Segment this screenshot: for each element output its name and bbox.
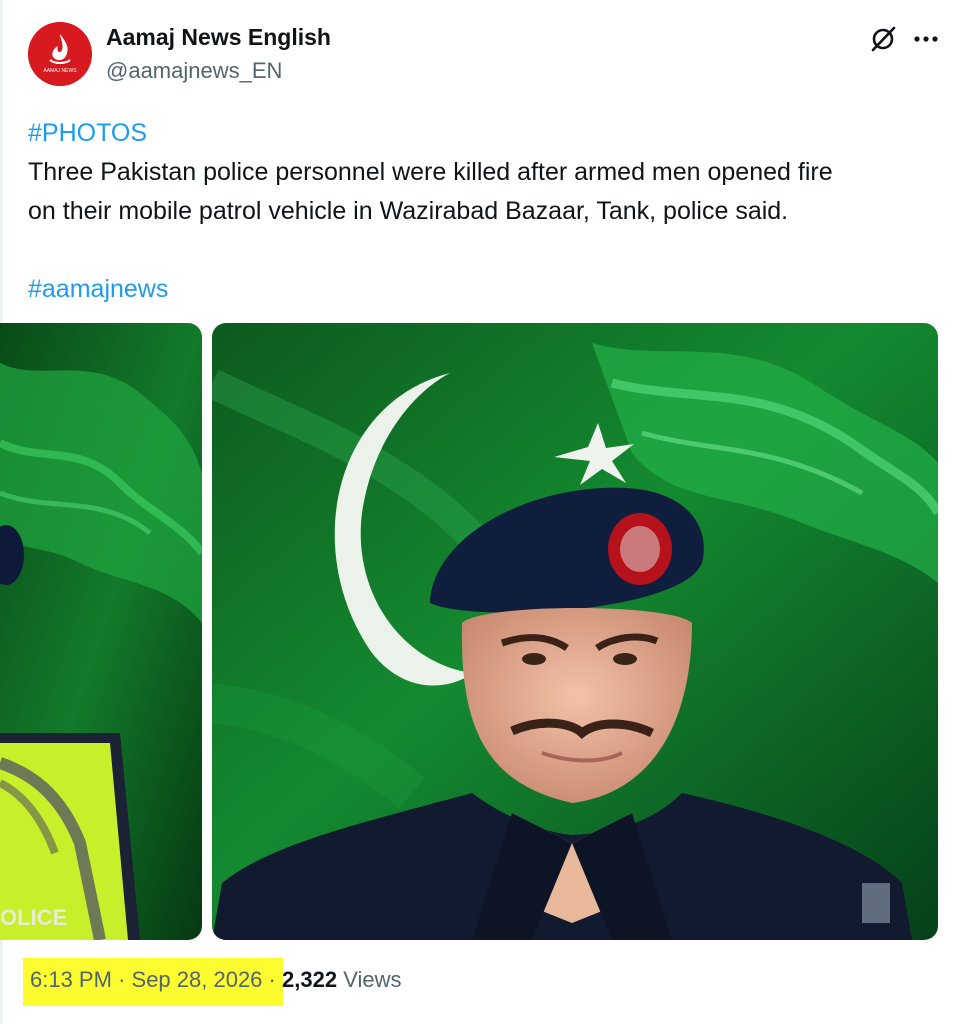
tweet-metadata: 6:13 PM · Sep 28, 2026 · 2,322 Views [30, 967, 401, 993]
views-label: Views [343, 967, 402, 992]
tweet-text-line-2: on their mobile patrol vehicle in Wazira… [28, 197, 789, 225]
views-count: 2,322 [282, 967, 338, 992]
grok-icon[interactable] [868, 24, 898, 54]
media-photo-2[interactable] [212, 323, 938, 940]
media-photo-1[interactable]: OLICE [0, 323, 202, 940]
tweet-date[interactable]: Sep 28, 2026 [132, 967, 263, 992]
more-options-icon[interactable] [910, 24, 942, 54]
separator: · [118, 967, 126, 992]
vest-label: OLICE [0, 905, 67, 930]
tweet-card: AAMAJ NEWS Aamaj News English @aamajnews… [0, 0, 966, 1024]
avatar-logo-text: AAMAJ NEWS [43, 68, 77, 74]
hashtag-aamajnews[interactable]: #aamajnews [28, 270, 943, 309]
author-name[interactable]: Aamaj News English [106, 24, 331, 51]
separator: · [268, 967, 276, 992]
author-avatar[interactable]: AAMAJ NEWS [28, 22, 92, 86]
tweet-time[interactable]: 6:13 PM [30, 967, 112, 992]
avatar-logo: AAMAJ NEWS [28, 22, 92, 86]
hashtag-photos[interactable]: #PHOTOS [28, 114, 943, 153]
tweet-text-line-1: Three Pakistan police personnel were kil… [28, 158, 833, 186]
author-handle[interactable]: @aamajnews_EN [106, 58, 282, 84]
tweet-text: #PHOTOS Three Pakistan police personnel … [28, 114, 943, 309]
